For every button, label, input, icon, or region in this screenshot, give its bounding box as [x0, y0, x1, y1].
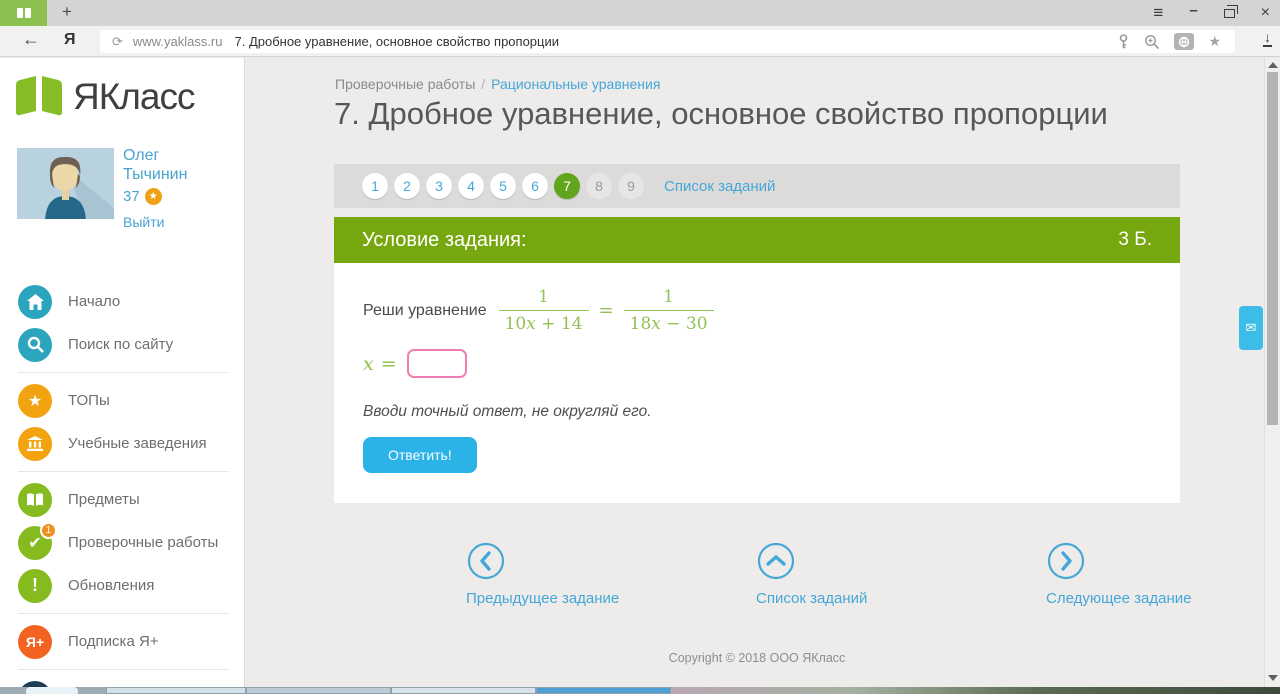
address-url[interactable]: www.yaklass.ru — [133, 34, 223, 49]
task-prompt: Реши уравнение — [363, 302, 487, 320]
task-pill-9[interactable]: 9 — [618, 173, 644, 199]
downloads-icon[interactable]: ↓ — [1263, 30, 1272, 47]
turbo-mode-icon[interactable] — [1174, 33, 1194, 50]
address-bar[interactable]: ⟳ www.yaklass.ru 7. Дробное уравнение, о… — [100, 30, 1235, 53]
new-tab-button[interactable]: + — [56, 2, 78, 22]
password-key-icon[interactable] — [1117, 34, 1130, 49]
task-list-link[interactable]: Список заданий — [664, 178, 775, 195]
sidebar-item-home[interactable]: Начало — [0, 280, 244, 323]
browser-menu-icon[interactable]: ≡ — [1153, 3, 1163, 23]
answer-variable: x — [363, 353, 374, 375]
scrollbar-thumb[interactable] — [1267, 72, 1278, 425]
refresh-icon[interactable]: ⟳ — [112, 34, 123, 50]
task-list-nav[interactable]: Список заданий — [756, 541, 776, 607]
star-icon: ★ — [18, 384, 52, 418]
equation-right-fraction: 1 18x − 30 — [624, 287, 714, 334]
points-star-icon: ★ — [145, 188, 162, 205]
taskbar-sliver — [0, 687, 1280, 694]
yaklass-logo-text: ЯКласс — [73, 76, 194, 118]
scrollbar-down-arrow[interactable] — [1268, 675, 1278, 681]
ya-plus-icon: Я+ — [18, 625, 52, 659]
answer-input[interactable] — [407, 349, 467, 378]
sidebar: ЯКласс Олег Тычинин 37 ★ Выйти Начало По… — [0, 58, 245, 687]
sidebar-item-search[interactable]: Поиск по сайту — [0, 323, 244, 366]
task-pill-3[interactable]: 3 — [426, 173, 452, 199]
task-pill-8[interactable]: 8 — [586, 173, 612, 199]
yaklass-book-icon — [13, 75, 65, 119]
back-button[interactable]: ← — [22, 29, 40, 50]
sidebar-item-institutions[interactable]: Учебные заведения — [0, 422, 244, 465]
checkmark-icon: ✔ 1 — [18, 526, 52, 560]
task-pill-5[interactable]: 5 — [490, 173, 516, 199]
next-task-nav[interactable]: Следующее задание — [1046, 541, 1066, 607]
user-points: 37 — [123, 188, 140, 205]
sidebar-divider — [18, 669, 229, 670]
page-scrollbar[interactable] — [1264, 58, 1280, 687]
sidebar-item-tests[interactable]: ✔ 1 Проверочные работы — [0, 521, 244, 564]
breadcrumb-parent[interactable]: Проверочные работы — [335, 76, 475, 92]
search-icon — [18, 328, 52, 362]
browser-tab-yaklass[interactable] — [0, 0, 47, 26]
points-label: 3 Б. — [1118, 229, 1152, 251]
chevron-up-circle-icon[interactable] — [756, 541, 796, 586]
browser-tab-strip: + ≡ – × — [0, 0, 1280, 26]
task-condition-header: Условие задания: 3 Б. — [334, 217, 1180, 263]
breadcrumb: Проверочные работы/Рациональные уравнени… — [335, 76, 660, 92]
notification-badge: 1 — [40, 522, 57, 539]
home-icon — [18, 285, 52, 319]
scrollbar-up-arrow[interactable] — [1268, 62, 1278, 68]
task-pill-2[interactable]: 2 — [394, 173, 420, 199]
chevron-left-circle-icon[interactable] — [466, 541, 506, 586]
task-pill-1[interactable]: 1 — [362, 173, 388, 199]
yaklass-logo[interactable]: ЯКласс — [13, 75, 194, 119]
task-card: Реши уравнение 1 10x + 14 = 1 18x − 30 x… — [334, 263, 1180, 503]
sidebar-item-news[interactable]: Новости — [0, 676, 244, 687]
open-book-icon — [18, 483, 52, 517]
window-minimize-button[interactable]: – — [1189, 2, 1197, 19]
answer-hint: Вводи точный ответ, не округляй его. — [363, 403, 652, 421]
sidebar-divider — [18, 372, 229, 373]
answer-equals-sign: = — [381, 353, 397, 375]
logout-link[interactable]: Выйти — [123, 214, 164, 230]
sidebar-menu: Начало Поиск по сайту ★ ТОПы Учебные зав… — [0, 280, 244, 687]
task-pill-4[interactable]: 4 — [458, 173, 484, 199]
task-number-bar: 1 2 3 4 5 6 7 8 9 Список заданий — [334, 164, 1180, 208]
main-content: Проверочные работы/Рациональные уравнени… — [246, 58, 1264, 687]
sidebar-item-subscription[interactable]: Я+ Подписка Я+ — [0, 620, 244, 663]
address-page-title: 7. Дробное уравнение, основное свойство … — [234, 34, 1117, 49]
submit-answer-button[interactable]: Ответить! — [363, 437, 477, 473]
exclamation-icon: ! — [18, 569, 52, 603]
task-pill-7-active[interactable]: 7 — [554, 173, 580, 199]
equation-equals-sign: = — [599, 300, 614, 321]
sidebar-item-tops[interactable]: ★ ТОПы — [0, 379, 244, 422]
condition-label: Условие задания: — [362, 229, 527, 252]
window-restore-button[interactable] — [1224, 9, 1235, 18]
chevron-right-circle-icon[interactable] — [1046, 541, 1086, 586]
page-title: 7. Дробное уравнение, основное свойство … — [334, 96, 1108, 132]
sidebar-divider — [18, 613, 229, 614]
user-name[interactable]: Олег Тычинин — [123, 146, 187, 184]
breadcrumb-current-link[interactable]: Рациональные уравнения — [491, 76, 660, 92]
yaklass-favicon-icon — [17, 8, 31, 18]
zoom-page-icon[interactable] — [1144, 34, 1160, 50]
copyright: Copyright © 2018 ООО ЯКласс — [334, 651, 1180, 665]
avatar[interactable] — [17, 148, 114, 219]
prev-task-nav[interactable]: Предыдущее задание — [466, 541, 486, 607]
browser-address-row: ← Я ⟳ www.yaklass.ru 7. Дробное уравнени… — [0, 26, 1280, 57]
feedback-envelope-icon[interactable]: ✉ — [1239, 306, 1263, 350]
yandex-logo-icon[interactable]: Я — [64, 31, 76, 49]
institution-icon — [18, 427, 52, 461]
equation-left-fraction: 1 10x + 14 — [499, 287, 589, 334]
window-close-button[interactable]: × — [1261, 4, 1270, 22]
bookmark-star-icon[interactable]: ★ — [1208, 33, 1221, 50]
sidebar-item-updates[interactable]: ! Обновления — [0, 564, 244, 607]
sidebar-item-subjects[interactable]: Предметы — [0, 478, 244, 521]
sidebar-divider — [18, 471, 229, 472]
task-pill-6[interactable]: 6 — [522, 173, 548, 199]
